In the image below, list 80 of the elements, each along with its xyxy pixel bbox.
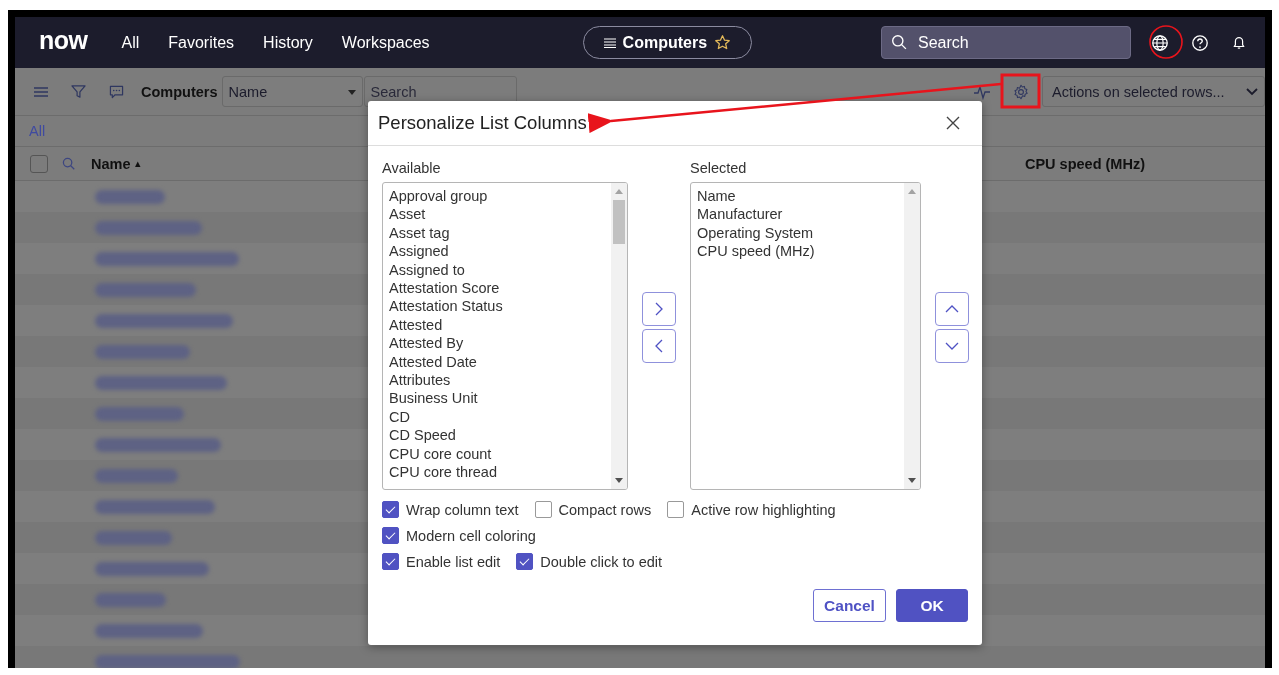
menu-icon[interactable] [34,85,48,98]
settings-icon[interactable] [1013,83,1029,100]
sort-indicator: ▴ [134,157,141,170]
blurred-text [95,189,165,204]
list-option[interactable]: Attested [389,315,605,335]
checkbox[interactable] [516,553,534,570]
global-search-field[interactable]: Search [881,26,1132,59]
nav-link[interactable]: All [121,33,140,52]
logo[interactable]: now [39,26,88,55]
list-option[interactable]: Attestation Status [389,297,605,316]
list-option[interactable]: Name [697,187,898,206]
chevron-up-icon [945,304,959,314]
star-icon[interactable] [714,34,732,51]
ok-button[interactable]: OK [896,589,968,622]
list-option[interactable]: Assigned to [389,260,605,280]
search-icon [891,34,909,51]
list-option[interactable]: CPU core thread [389,463,605,482]
highlight-circle [1149,25,1183,59]
cancel-button[interactable]: Cancel [813,589,886,622]
blurred-text [95,592,166,607]
column-header[interactable]: Name [91,155,131,172]
nav-link[interactable]: Workspaces [341,33,430,52]
remove-column-button[interactable] [642,329,676,363]
checkbox-label: Enable list edit [406,553,501,570]
close-icon[interactable] [946,116,960,130]
select-all-checkbox[interactable] [30,154,48,173]
list-option[interactable]: Attested Date [389,352,605,372]
checkbox-label: Active row highlighting [691,501,836,518]
filter-icon[interactable] [71,84,86,99]
list-option[interactable]: CD Speed [389,426,605,445]
globe-icon[interactable] [1151,33,1170,52]
list-option[interactable]: CPU speed (MHz) [697,242,898,261]
checkbox-label: Wrap column text [406,501,519,518]
chevron-right-icon [654,302,664,316]
list-option[interactable]: Asset tag [389,223,605,243]
move-down-button[interactable] [935,329,969,363]
checkbox[interactable] [667,501,685,518]
nav-link[interactable]: Favorites [168,33,235,52]
dialog-title: Personalize List Columns [378,112,587,134]
available-list[interactable]: Approval group Asset Asset tag Assigned Assigned to Attestation Score Attestation Status Attested Attested By Attested Date Attributes Business Unit CD CD Speed CPU core count CPU core thread [382,182,628,490]
search-icon[interactable] [62,156,76,171]
list-option[interactable]: CD [389,407,605,427]
list-option[interactable]: Attested By [389,334,605,353]
field-select[interactable]: Name [221,76,363,107]
checkbox-label: Double click to edit [540,553,662,570]
list-option[interactable]: Manufacturer [697,205,898,224]
list-title: Computers [141,83,218,100]
scrollbar[interactable] [904,183,920,489]
list-option[interactable]: CPU core count [389,444,605,464]
list-option[interactable]: Attestation Score [389,279,605,298]
column-header[interactable]: CPU speed (MHz) [1024,155,1145,172]
list-label: Available [382,160,442,176]
search-placeholder: Search [918,33,969,52]
chevron-down-icon [945,341,959,351]
checkbox[interactable] [382,553,399,570]
chevron-down-icon [1246,87,1258,96]
list-option[interactable]: Attributes [389,371,605,390]
checkbox-label: Modern cell coloring [406,527,536,544]
checkbox[interactable] [534,501,552,518]
list-label: Selected [690,160,748,176]
context-title: Computers [622,33,708,52]
selected-list[interactable]: Name Manufacturer Operating System CPU speed (MHz) [690,182,921,490]
chevron-left-icon [654,339,664,353]
list-option[interactable]: Asset [389,205,605,224]
add-column-button[interactable] [642,292,676,326]
list-option[interactable]: Assigned [389,242,605,261]
help-icon[interactable] [1191,33,1210,52]
chat-icon[interactable] [109,84,124,99]
checkbox[interactable] [382,527,399,544]
checkbox-label: Compact rows [558,501,652,518]
move-up-button[interactable] [935,292,969,326]
actions-select[interactable]: Actions on selected rows... [1042,76,1265,107]
list-icon [603,37,616,48]
scrollbar[interactable] [611,183,627,489]
checkbox[interactable] [382,501,399,518]
list-option[interactable]: Approval group [389,187,605,206]
list-option[interactable]: Operating System [697,223,898,243]
nav-link[interactable]: History [263,33,313,52]
list-option[interactable]: Business Unit [389,389,605,408]
highlight-rectangle [1000,73,1041,109]
